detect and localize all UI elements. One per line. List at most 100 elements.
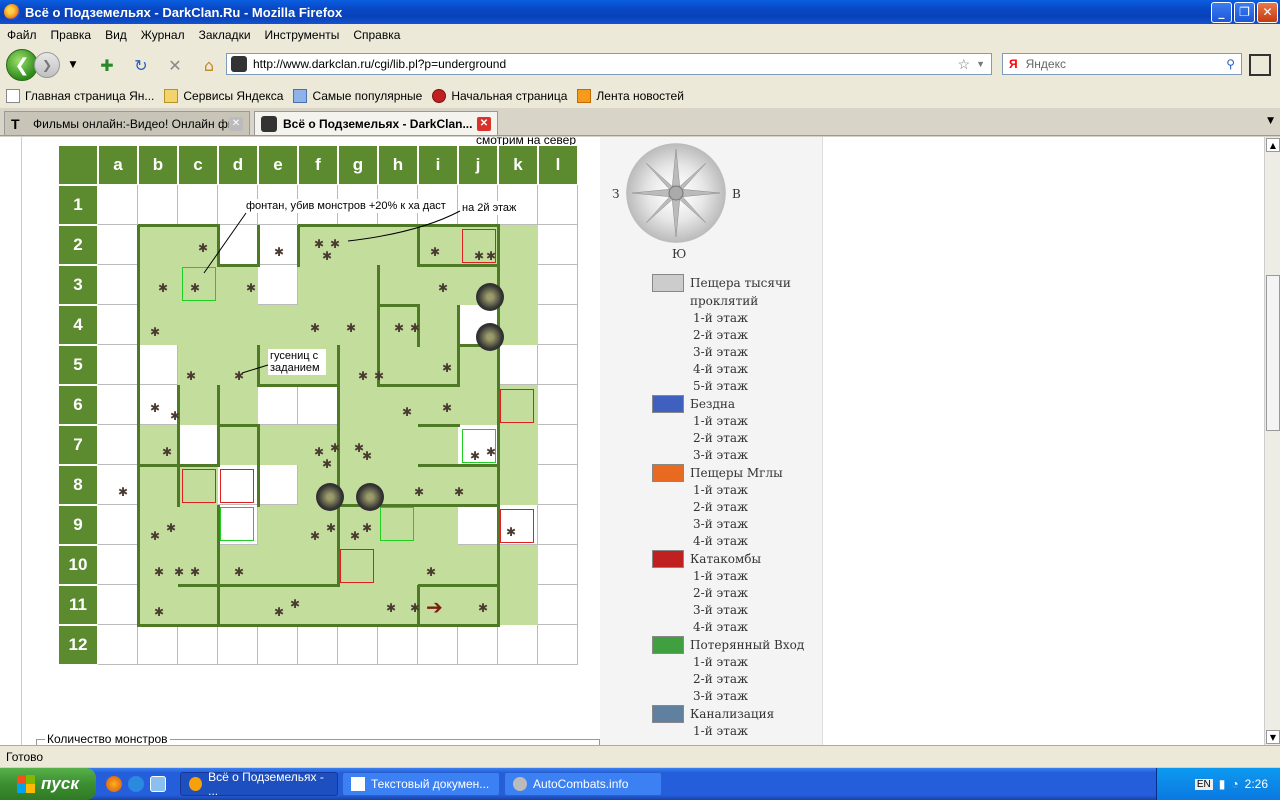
scroll-down-icon[interactable]: ▼ (1266, 730, 1280, 744)
maximize-button[interactable]: ❐ (1234, 1, 1255, 23)
menu-view[interactable]: Вид (98, 28, 134, 42)
t-site-icon: T (11, 115, 20, 132)
apps-grid-icon[interactable] (1249, 54, 1271, 76)
dungeon-floor-link[interactable]: 4-й этаж (652, 619, 822, 636)
scroll-thumb[interactable] (1266, 275, 1280, 431)
yandex-icon[interactable]: Я (1009, 57, 1018, 71)
tab-bar: T Фильмы онлайн:-Видео! Онлайн фил... ✕ … (0, 108, 1280, 136)
dungeon-title[interactable]: Пещеры Мглы (652, 464, 822, 482)
dungeon-floor-link[interactable]: 2-й этаж (652, 671, 822, 688)
scroll-up-icon[interactable]: ▲ (1266, 138, 1280, 152)
dungeon-floor-link[interactable]: 2-й этаж (652, 585, 822, 602)
gear-icon (513, 777, 527, 791)
dungeon-floor-link[interactable]: 3-й этаж (652, 688, 822, 705)
taskbar-item-firefox[interactable]: Всё о Подземельях - ... (180, 770, 338, 798)
dungeon-floor-link[interactable]: 1-й этаж (652, 413, 822, 430)
dungeon-floor-link[interactable]: 2-й этаж (652, 430, 822, 447)
rss-icon (577, 89, 592, 103)
page-icon (6, 89, 20, 103)
url-dropdown-icon[interactable]: ▼ (976, 59, 985, 69)
network-icon[interactable]: ▮ (1219, 777, 1226, 791)
taskbar-item-autocombats[interactable]: AutoCombats.info (504, 772, 662, 796)
dungeon-group: Катакомбы 1-й этаж 2-й этаж 3-й этаж 4-й эта… (652, 550, 822, 636)
dungeon-floor-link[interactable]: 3-й этаж (652, 344, 822, 361)
close-button[interactable]: ✕ (1257, 1, 1278, 23)
address-bar[interactable]: http://www.darkclan.ru/cgi/lib.pl?p=unde… (226, 53, 992, 75)
tab-films[interactable]: T Фильмы онлайн:-Видео! Онлайн фил... ✕ (4, 111, 250, 135)
bookmarks-toolbar: Главная страница Ян... Сервисы Яндекса С… (0, 84, 1280, 108)
history-dropdown-icon[interactable]: ▼ (62, 54, 84, 76)
page-scrollbar[interactable]: ▲ ▼ (1264, 137, 1280, 745)
menu-file[interactable]: Файл (0, 28, 44, 42)
tab-close-icon[interactable]: ✕ (477, 116, 491, 131)
language-indicator[interactable]: EN (1194, 778, 1213, 790)
search-input[interactable]: Яндекс (1026, 57, 1227, 71)
firefox-quick-icon[interactable] (106, 776, 122, 792)
dungeon-floor-link[interactable]: 2-й этаж (652, 327, 822, 344)
dungeon-title[interactable]: Пещера тысячи проклятий (652, 274, 822, 310)
dungeon-floor-link[interactable]: 2-й этаж (652, 499, 822, 516)
search-bar[interactable]: Я Яндекс ⚲ (1002, 53, 1242, 75)
menu-history[interactable]: Журнал (134, 28, 192, 42)
search-icon[interactable]: ⚲ (1226, 57, 1235, 71)
new-tab-icon[interactable]: ✚ (96, 54, 118, 76)
tab-underground[interactable]: Всё о Подземельях - DarkClan... ✕ (254, 111, 498, 135)
bookmark-most-popular[interactable]: Самые популярные (293, 89, 422, 103)
menu-help[interactable]: Справка (346, 28, 407, 42)
dungeon-name: Пещеры Мглы (690, 466, 783, 480)
volume-icon[interactable]: ◔ (1231, 777, 1238, 791)
dungeon-floor-link[interactable]: 5-й этаж (652, 378, 822, 395)
home-icon[interactable]: ⌂ (198, 54, 220, 76)
dungeon-floor-link[interactable]: 1-й этаж (652, 654, 822, 671)
compass-west: З (612, 187, 620, 201)
dungeon-floor-link[interactable]: 3-й этаж (652, 602, 822, 619)
menu-bookmarks[interactable]: Закладки (192, 28, 258, 42)
tab-close-icon[interactable]: ✕ (229, 116, 243, 131)
minimize-button[interactable]: _ (1211, 1, 1232, 23)
window-title: Всё о Подземельях - DarkClan.Ru - Mozill… (25, 4, 343, 20)
taskbar-item-notepad[interactable]: Текстовый докумен... (342, 772, 500, 796)
status-text: Готово (6, 749, 44, 764)
start-page-icon (432, 89, 447, 103)
dungeon-floor-link[interactable]: 1-й этаж (652, 568, 822, 585)
dungeon-group: Пещера тысячи проклятий 1-й этаж 2-й этаж 3… (652, 274, 822, 395)
dungeon-name: Потерянный Вход (690, 638, 805, 652)
dungeon-floor-link[interactable]: 3-й этаж (652, 447, 822, 464)
dungeon-title[interactable]: Канализация (652, 705, 822, 723)
bookmark-news-feed[interactable]: Лента новостей (577, 89, 684, 103)
dungeon-group: Канализация 1-й этаж (652, 705, 822, 740)
catacombs-icon (652, 550, 684, 568)
bookmark-star-icon[interactable]: ☆ (958, 56, 971, 73)
bookmark-start-page[interactable]: Начальная страница (432, 89, 567, 103)
folder-icon (164, 89, 179, 103)
monster-count-legend: Количество монстров (45, 732, 170, 745)
abyss-icon (652, 395, 684, 413)
menu-edit[interactable]: Правка (44, 28, 99, 42)
darkclan-icon (261, 115, 277, 132)
start-button[interactable]: пуск (0, 768, 96, 800)
dungeon-group: Бездна 1-й этаж 2-й этаж 3-й этаж (652, 395, 822, 464)
bookmark-yandex-home[interactable]: Главная страница Ян... (6, 89, 154, 103)
dungeon-floor-link[interactable]: 1-й этаж (652, 482, 822, 499)
firefox-icon (4, 4, 20, 20)
ie-quick-icon[interactable] (128, 776, 144, 792)
dungeon-floor-link[interactable]: 3-й этаж (652, 516, 822, 533)
dungeon-floor-link[interactable]: 1-й этаж (652, 723, 822, 740)
dungeon-floor-link[interactable]: 1-й этаж (652, 310, 822, 327)
tab-list-dropdown-icon[interactable]: ▼ (1267, 116, 1274, 126)
bookmark-yandex-services[interactable]: Сервисы Яндекса (164, 89, 283, 103)
menu-tools[interactable]: Инструменты (258, 28, 347, 42)
reload-icon[interactable]: ↻ (130, 54, 152, 76)
dungeon-floor-link[interactable]: 4-й этаж (652, 361, 822, 378)
dungeon-name: Бездна (690, 397, 736, 411)
folder-icon (293, 89, 308, 103)
forward-button[interactable]: ❯ (34, 52, 60, 78)
dungeon-floor-link[interactable]: 4-й этаж (652, 533, 822, 550)
exit-arrow-icon[interactable]: ➔ (426, 595, 443, 619)
desktop-quick-icon[interactable] (150, 776, 166, 792)
dungeon-title[interactable]: Катакомбы (652, 550, 822, 568)
stop-icon[interactable]: ✕ (164, 54, 186, 76)
url-text[interactable]: http://www.darkclan.ru/cgi/lib.pl?p=unde… (253, 57, 958, 71)
dungeon-title[interactable]: Потерянный Вход (652, 636, 822, 654)
dungeon-title[interactable]: Бездна (652, 395, 822, 413)
